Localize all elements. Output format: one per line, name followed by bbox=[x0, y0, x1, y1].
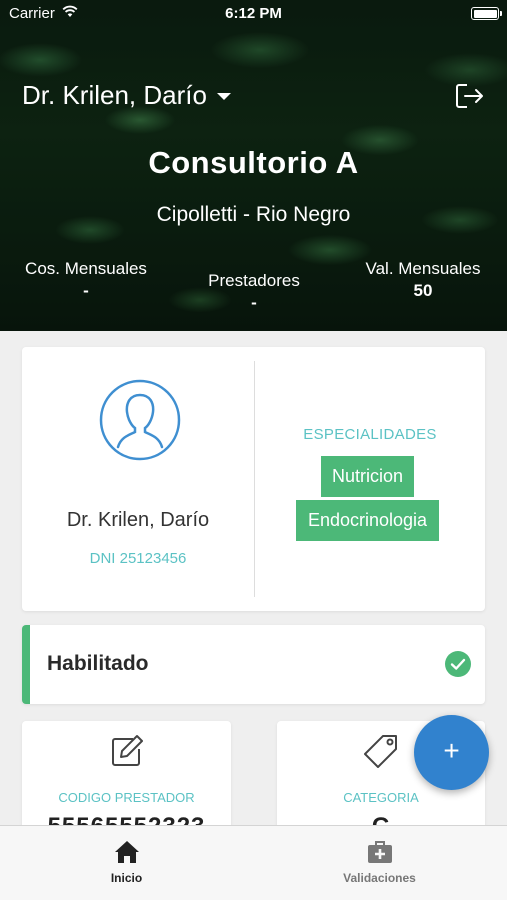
card-divider bbox=[254, 361, 255, 597]
doctor-name: Dr. Krilen, Darío bbox=[66, 509, 210, 531]
stat-cos-mensuales: Cos. Mensuales - bbox=[18, 259, 154, 301]
home-icon bbox=[114, 841, 139, 863]
tab-label: Inicio bbox=[110, 871, 143, 885]
stat-label: Val. Mensuales bbox=[365, 259, 481, 278]
profile-card: Dr. Krilen, Darío DNI 25123456 ESPECIALI… bbox=[22, 347, 485, 611]
codigo-prestador-caption: CODIGO PRESTADOR bbox=[58, 790, 195, 805]
battery-icon bbox=[471, 7, 502, 20]
consultorio-title: Consultorio A bbox=[148, 145, 359, 180]
header-hero: Carrier 6:12 PM Dr. Krilen, Darío Consul… bbox=[0, 0, 507, 331]
tab-label: Validaciones bbox=[343, 871, 416, 885]
location-label: Cipolletti - Rio Negro bbox=[156, 203, 351, 226]
specialty-tag-endocrinologia[interactable]: Endocrinologia bbox=[296, 500, 439, 541]
stat-value: - bbox=[251, 293, 257, 312]
check-circle-icon bbox=[445, 651, 471, 677]
status-label: Habilitado bbox=[47, 652, 149, 675]
doctor-selector-label: Dr. Krilen, Darío bbox=[22, 80, 207, 110]
user-avatar-icon bbox=[99, 379, 181, 461]
categoria-caption: CATEGORIA bbox=[343, 790, 419, 805]
stat-value: 50 bbox=[413, 281, 433, 300]
stat-val-mensuales: Val. Mensuales 50 bbox=[356, 259, 490, 301]
dni-label: DNI 25123456 bbox=[89, 550, 187, 567]
tab-validaciones[interactable]: Validaciones bbox=[253, 826, 506, 900]
doctor-selector[interactable]: Dr. Krilen, Darío bbox=[22, 80, 231, 111]
stat-value: - bbox=[83, 281, 89, 300]
tab-inicio[interactable]: Inicio bbox=[0, 826, 253, 900]
status-bar: Carrier 6:12 PM bbox=[0, 0, 507, 28]
tab-bar: Inicio Validaciones bbox=[0, 825, 507, 900]
status-time: 6:12 PM bbox=[225, 5, 282, 22]
edit-icon bbox=[111, 735, 143, 766]
tag-icon bbox=[364, 735, 397, 768]
specialty-tag-nutricion[interactable]: Nutricion bbox=[321, 456, 414, 497]
stat-label: Cos. Mensuales bbox=[25, 259, 147, 278]
especialidades-title: ESPECIALIDADES bbox=[303, 426, 437, 443]
add-button[interactable]: + bbox=[414, 715, 489, 790]
stat-prestadores: Prestadores - bbox=[200, 271, 308, 313]
logout-icon[interactable] bbox=[455, 82, 485, 110]
stat-label: Prestadores bbox=[208, 271, 300, 290]
caret-down-icon bbox=[216, 93, 231, 100]
status-card: Habilitado bbox=[22, 625, 485, 704]
medkit-icon bbox=[367, 841, 392, 863]
